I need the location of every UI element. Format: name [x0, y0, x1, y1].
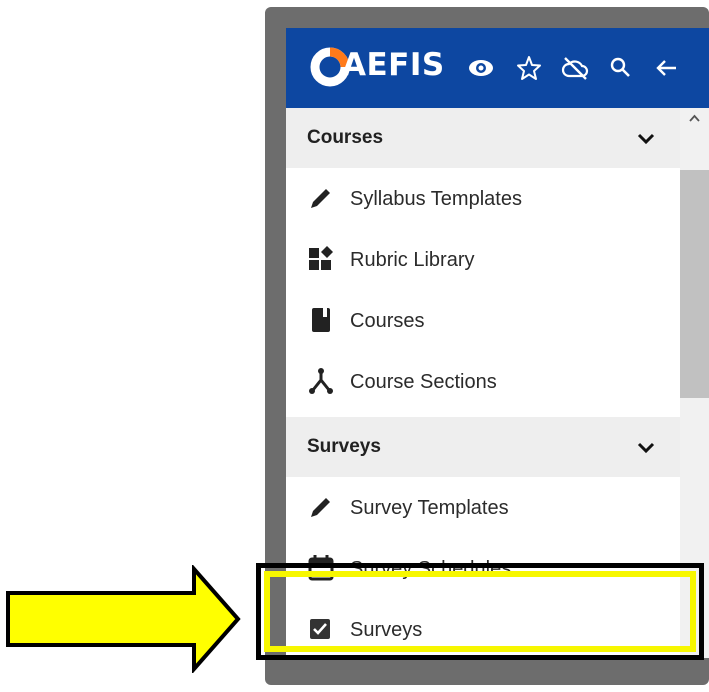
checkbox-icon [310, 619, 330, 639]
menu-item-surveys[interactable]: Surveys [286, 599, 680, 658]
app-brand: AEFIS [342, 47, 445, 83]
chevron-down-icon[interactable] [634, 127, 658, 151]
menu-list: Courses Syllabus Templates Rubric Librar… [286, 108, 680, 658]
navigation-panel: AEFIS Courses Syllabus Templates Rubric … [286, 28, 709, 658]
scrollbar[interactable] [680, 108, 709, 658]
menu-item-label: Syllabus Templates [350, 188, 522, 210]
section-title: Courses [307, 127, 384, 148]
pencil-icon [311, 189, 330, 208]
menu-item-label: Course Sections [350, 371, 497, 393]
app-header: AEFIS [286, 28, 709, 108]
cloud-off-icon[interactable] [560, 53, 590, 83]
pencil-icon [311, 498, 330, 517]
menu-item-label: Rubric Library [350, 249, 475, 271]
menu-item-survey-templates[interactable]: Survey Templates [286, 477, 680, 538]
fork-icon [309, 368, 333, 394]
book-icon [312, 308, 330, 332]
menu-item-label: Survey Templates [350, 497, 509, 519]
section-title: Surveys [307, 436, 381, 457]
menu-item-rubric-library[interactable]: Rubric Library [286, 229, 680, 290]
eye-icon[interactable] [466, 53, 496, 83]
chevron-down-icon[interactable] [634, 436, 658, 460]
scroll-up-icon[interactable] [680, 108, 709, 130]
scrollbar-thumb[interactable] [680, 170, 709, 398]
back-arrow-icon[interactable] [652, 53, 682, 83]
search-icon[interactable] [606, 53, 636, 83]
section-header-surveys[interactable]: Surveys [286, 417, 680, 477]
menu-item-label: Surveys [350, 619, 423, 641]
menu-item-label: Courses [350, 310, 425, 332]
menu-item-courses[interactable]: Courses [286, 290, 680, 351]
widgets-icon [309, 246, 333, 270]
menu-item-syllabus-templates[interactable]: Syllabus Templates [286, 168, 680, 229]
menu-item-course-sections[interactable]: Course Sections [286, 351, 680, 412]
menu-item-label: Survey Schedules [350, 558, 512, 580]
section-header-courses[interactable]: Courses [286, 108, 680, 168]
pointer-arrow-icon [6, 565, 241, 673]
star-icon[interactable] [514, 53, 544, 83]
menu-item-survey-schedules[interactable]: Survey Schedules [286, 538, 680, 599]
calendar-icon [308, 555, 334, 581]
